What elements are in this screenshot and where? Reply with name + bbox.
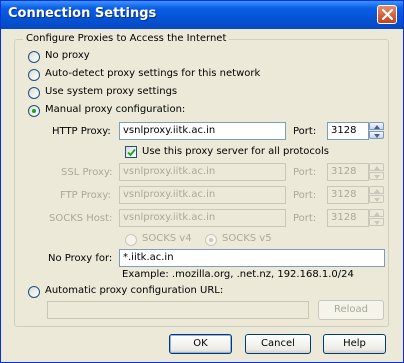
manual-proxy-label[interactable]: Manual proxy configuration: (45, 104, 185, 115)
auto-detect-radio[interactable] (28, 69, 40, 81)
no-proxy-radio[interactable] (28, 51, 40, 63)
group-legend: Configure Proxies to Access the Internet (23, 33, 230, 44)
socks-port-input[interactable]: 3128 (327, 209, 369, 227)
ftp-port-input[interactable]: 3128 (327, 186, 369, 204)
ftp-port-label: Port: (293, 190, 317, 201)
socks-v5-label[interactable]: SOCKS v5 (222, 233, 272, 244)
ftp-proxy-input[interactable]: vsnlproxy.iitk.ac.in (119, 186, 286, 204)
use-all-protocols-label[interactable]: Use this proxy server for all protocols (142, 146, 329, 157)
system-proxy-radio[interactable] (28, 87, 40, 99)
auto-url-label[interactable]: Automatic proxy configuration URL: (45, 285, 223, 296)
reload-button[interactable]: Reload (318, 300, 384, 320)
checkmark-icon (127, 148, 136, 157)
arrow-down-icon (374, 175, 380, 179)
socks-v5-radio[interactable] (205, 234, 217, 246)
arrow-up-icon (374, 166, 380, 170)
arrow-up-icon (374, 189, 380, 193)
arrow-up-icon (374, 212, 380, 216)
use-all-protocols-checkbox[interactable] (125, 146, 137, 158)
http-port-stepper[interactable] (369, 122, 384, 140)
http-port-label: Port: (293, 126, 317, 137)
ok-button[interactable]: OK (169, 334, 232, 354)
ssl-port-label: Port: (293, 167, 317, 178)
port-up-button[interactable] (369, 122, 384, 130)
help-button[interactable]: Help (323, 334, 386, 354)
ssl-proxy-input[interactable]: vsnlproxy.iitk.ac.in (119, 163, 286, 181)
proxy-groupbox (14, 39, 389, 327)
auto-detect-label[interactable]: Auto-detect proxy settings for this netw… (45, 68, 260, 79)
close-button[interactable] (377, 5, 397, 24)
no-proxy-for-input[interactable]: *.iitk.ac.in (119, 249, 385, 267)
arrow-up-icon (374, 125, 380, 129)
socks-port-label: Port: (293, 213, 317, 224)
auto-url-input[interactable] (47, 301, 309, 319)
http-proxy-label: HTTP Proxy: (52, 126, 111, 137)
manual-proxy-radio[interactable] (28, 105, 40, 117)
http-proxy-input[interactable]: vsnlproxy.iitk.ac.in (119, 122, 286, 140)
port-down-button[interactable] (369, 131, 384, 139)
connection-settings-dialog: Connection Settings Configure Proxies to… (0, 0, 404, 363)
no-proxy-example: Example: .mozilla.org, .net.nz, 192.168.… (122, 269, 354, 280)
ssl-port-input[interactable]: 3128 (327, 163, 369, 181)
socks-v4-label[interactable]: SOCKS v4 (142, 233, 192, 244)
http-port-input[interactable]: 3128 (327, 122, 369, 140)
arrow-down-icon (374, 221, 380, 225)
close-icon (382, 9, 393, 20)
ftp-proxy-label: FTP Proxy: (60, 190, 111, 201)
socks-host-label: SOCKS Host: (49, 213, 113, 224)
title-bar[interactable]: Connection Settings (1, 1, 403, 29)
window-title: Connection Settings (8, 6, 157, 21)
socks-port-stepper[interactable] (369, 209, 384, 227)
ftp-port-stepper[interactable] (369, 186, 384, 204)
no-proxy-for-label: No Proxy for: (48, 253, 113, 264)
no-proxy-label[interactable]: No proxy (45, 50, 90, 61)
ssl-port-stepper[interactable] (369, 163, 384, 181)
arrow-down-icon (374, 134, 380, 138)
arrow-down-icon (374, 198, 380, 202)
ssl-proxy-label: SSL Proxy: (61, 167, 113, 178)
socks-host-input[interactable]: vsnlproxy.iitk.ac.in (119, 209, 286, 227)
cancel-button[interactable]: Cancel (245, 334, 311, 354)
auto-url-radio[interactable] (28, 286, 40, 298)
socks-v4-radio[interactable] (125, 234, 137, 246)
system-proxy-label[interactable]: Use system proxy settings (45, 86, 177, 97)
